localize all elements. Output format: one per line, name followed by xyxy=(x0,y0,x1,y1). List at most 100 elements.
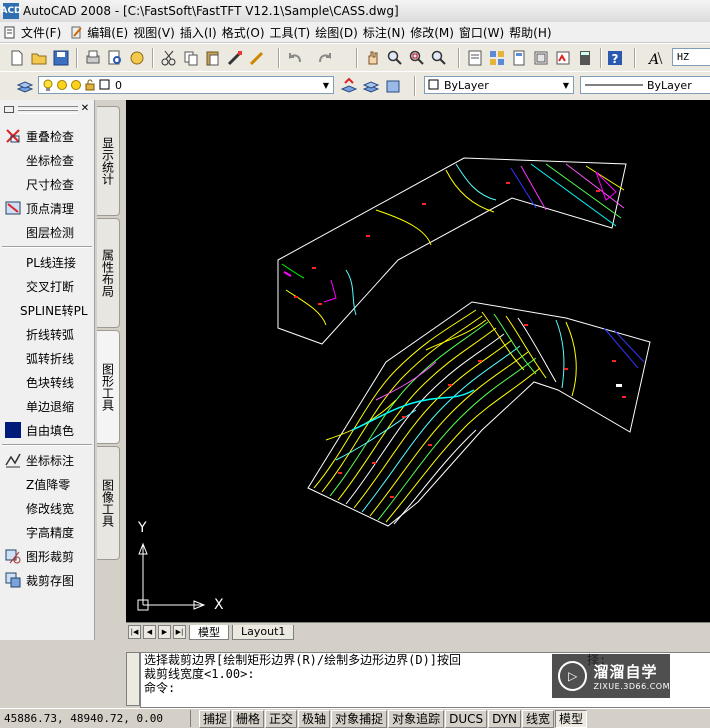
open-folder-icon[interactable] xyxy=(30,49,48,67)
text-style-combo[interactable]: HZ xyxy=(672,48,710,66)
save-icon[interactable] xyxy=(52,49,70,67)
tab-graphic-tools[interactable]: 图形工具 xyxy=(97,330,120,444)
pan-icon[interactable] xyxy=(364,49,382,67)
menu-view[interactable]: 视图(V) xyxy=(133,24,180,41)
tab-display-stats[interactable]: 显示统计 xyxy=(97,106,120,216)
print-icon[interactable] xyxy=(84,49,102,67)
menu-help[interactable]: 帮助(H) xyxy=(509,24,556,41)
status-polar-button[interactable]: 极轴 xyxy=(298,709,331,728)
app-icon[interactable]: ACD xyxy=(0,3,22,19)
close-icon[interactable]: ✕ xyxy=(80,104,90,114)
properties-icon[interactable] xyxy=(466,49,484,67)
cass-tool-panel: ✕ 重叠检查 坐标检查 尺寸检查 顶点清理 图层检测 PL线连接 交叉打断 SP… xyxy=(0,100,95,640)
tool-palettes-icon[interactable] xyxy=(510,49,528,67)
menu-dimension-label: 标注(N) xyxy=(362,25,406,40)
menu-insert[interactable]: 插入(I) xyxy=(180,24,222,41)
zoom-window-icon[interactable] xyxy=(408,49,426,67)
menu-draw[interactable]: 绘图(D) xyxy=(315,24,363,41)
panel-item-pl-join[interactable]: PL线连接 xyxy=(0,251,94,273)
status-grid-button[interactable]: 栅格 xyxy=(232,709,265,728)
publish-icon[interactable] xyxy=(128,49,146,67)
color-combo[interactable]: ByLayer ▼ xyxy=(424,76,574,94)
panel-item-polyline-to-arc[interactable]: 折线转弧 xyxy=(0,323,94,345)
tab-label: 图形工具 xyxy=(100,363,115,411)
menu-insert-label: 插入(I) xyxy=(179,25,217,40)
new-file-icon[interactable] xyxy=(8,49,26,67)
panel-item-overlap-check[interactable]: 重叠检查 xyxy=(0,125,94,147)
menu-modify[interactable]: 修改(M) xyxy=(410,24,459,41)
panel-item-single-offset[interactable]: 单边退缩 xyxy=(0,395,94,417)
status-model-button[interactable]: 模型 xyxy=(555,709,588,728)
panel-item-coord-check[interactable]: 坐标检查 xyxy=(0,149,94,171)
panel-item-label: 坐标检查 xyxy=(26,153,75,168)
tab-layout1[interactable]: Layout1 xyxy=(232,624,295,640)
panel-item-text-height[interactable]: 字高精度 xyxy=(0,521,94,543)
status-ortho-button[interactable]: 正交 xyxy=(265,709,298,728)
panel-item-layer-detect[interactable]: 图层检测 xyxy=(0,221,94,243)
linetype-combo[interactable]: ByLayer xyxy=(580,76,710,94)
calculator-icon[interactable] xyxy=(576,49,594,67)
cut-icon[interactable] xyxy=(160,49,178,67)
block-editor-icon[interactable] xyxy=(248,49,266,67)
title-bar: ACD AutoCAD 2008 - [C:\FastSoft\FastTFT … xyxy=(0,0,710,23)
panel-item-clip[interactable]: 图形裁剪 xyxy=(0,545,94,567)
last-tab-icon[interactable]: ▶| xyxy=(173,625,186,639)
copy-icon[interactable] xyxy=(182,49,200,67)
next-tab-icon[interactable]: ▶ xyxy=(158,625,171,639)
zoom-previous-icon[interactable] xyxy=(430,49,448,67)
menu-edit[interactable]: 编辑(E) xyxy=(66,24,133,41)
text-style-icon[interactable]: A xyxy=(646,49,664,67)
design-center-icon[interactable] xyxy=(488,49,506,67)
panel-item-cross-break[interactable]: 交叉打断 xyxy=(0,275,94,297)
match-properties-icon[interactable] xyxy=(226,49,244,67)
undo-icon[interactable] xyxy=(286,49,304,67)
status-ducs-button[interactable]: DUCS xyxy=(445,709,488,728)
zoom-realtime-icon[interactable] xyxy=(386,49,404,67)
panel-item-free-fill[interactable]: 自由填色 xyxy=(0,419,94,441)
menu-dimension[interactable]: 标注(N) xyxy=(363,24,410,41)
tab-property-layout[interactable]: 属性布局 xyxy=(97,218,120,328)
status-snap-button[interactable]: 捕捉 xyxy=(199,709,232,728)
panel-item-line-width[interactable]: 修改线宽 xyxy=(0,497,94,519)
cursor-coordinates[interactable]: 45886.73, 48940.72, 0.00 xyxy=(0,710,191,727)
layer-combo[interactable]: 0 ▼ xyxy=(38,76,334,94)
tab-model[interactable]: 模型 xyxy=(189,624,229,640)
panel-item-coord-label[interactable]: 坐标标注 xyxy=(0,449,94,471)
menu-file[interactable]: 文件(F) xyxy=(0,24,66,41)
first-tab-icon[interactable]: |◀ xyxy=(128,625,141,639)
sheet-set-icon[interactable] xyxy=(532,49,550,67)
tab-image-tools[interactable]: 图像工具 xyxy=(97,446,120,560)
status-osnap-button[interactable]: 对象捕捉 xyxy=(331,709,388,728)
panel-item-vertex-clean[interactable]: 顶点清理 xyxy=(0,197,94,219)
panel-item-spline-to-pl[interactable]: SPLINE转PL xyxy=(0,299,94,321)
layer-manager-icon[interactable] xyxy=(16,77,34,95)
color-swatch xyxy=(428,79,439,90)
paste-icon[interactable] xyxy=(204,49,222,67)
status-dyn-button[interactable]: DYN xyxy=(488,709,522,728)
panel-item-fill-to-line[interactable]: 色块转线 xyxy=(0,371,94,393)
make-current-layer-icon[interactable] xyxy=(340,77,358,95)
panel-item-label: 自由填色 xyxy=(26,423,75,438)
markup-icon[interactable] xyxy=(554,49,572,67)
drawing-canvas[interactable]: Y X xyxy=(126,100,710,622)
panel-grip[interactable]: ✕ xyxy=(4,104,90,114)
lower-map-region xyxy=(307,301,651,527)
menu-tools[interactable]: 工具(T) xyxy=(270,24,316,41)
plot-preview-icon[interactable] xyxy=(106,49,124,67)
panel-item-z-zero[interactable]: Z值降零 xyxy=(0,473,94,495)
panel-item-arc-to-polyline[interactable]: 弧转折线 xyxy=(0,347,94,369)
prev-tab-icon[interactable]: ◀ xyxy=(143,625,156,639)
status-lwt-button[interactable]: 线宽 xyxy=(522,709,555,728)
layer-states-icon[interactable] xyxy=(384,77,402,95)
menu-window[interactable]: 窗口(W) xyxy=(459,24,509,41)
layer-previous-icon[interactable] xyxy=(362,77,380,95)
panel-item-label: 单边退缩 xyxy=(26,399,75,414)
panel-item-clip-save[interactable]: 裁剪存图 xyxy=(0,569,94,591)
menu-format[interactable]: 格式(O) xyxy=(222,24,270,41)
help-icon[interactable]: ? xyxy=(606,49,624,67)
command-grip[interactable] xyxy=(126,652,140,706)
panel-item-size-check[interactable]: 尺寸检查 xyxy=(0,173,94,195)
redo-icon[interactable] xyxy=(316,49,334,67)
command-splitter[interactable] xyxy=(94,640,710,652)
status-otrack-button[interactable]: 对象追踪 xyxy=(388,709,445,728)
